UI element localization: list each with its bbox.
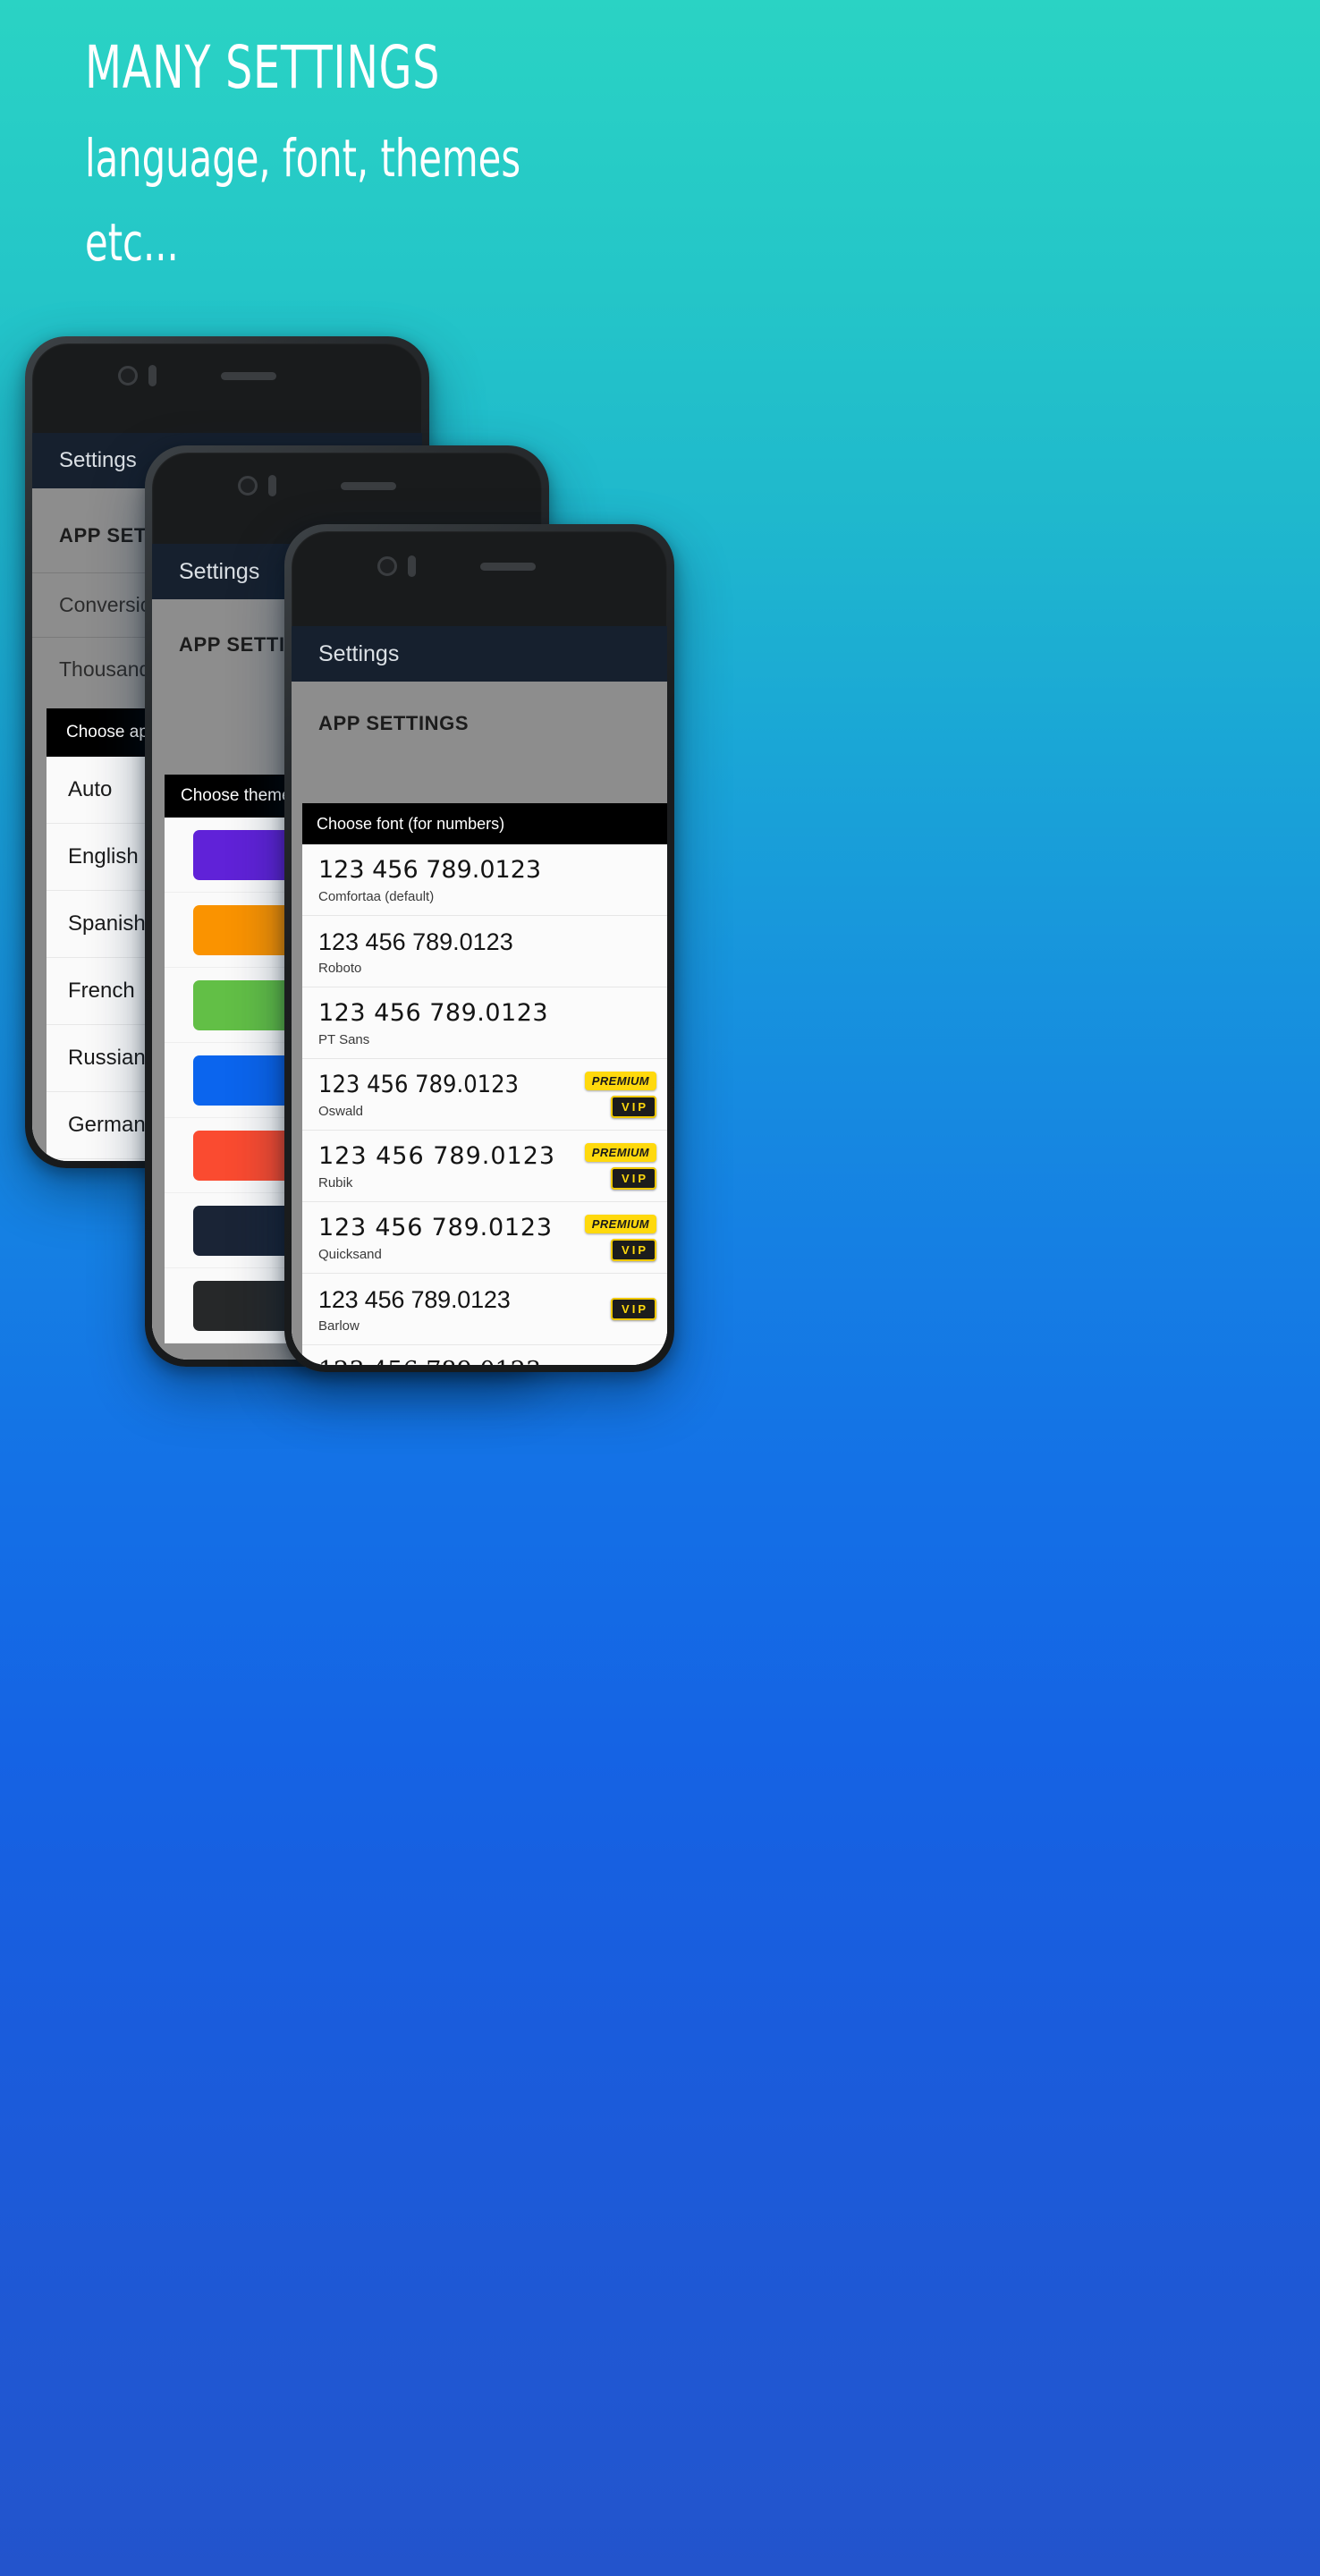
- hero-subtitle-line-1: language, font, themes: [85, 128, 521, 189]
- page-title: MANY SETTINGS: [85, 33, 441, 102]
- language-option-label: Spanish: [68, 911, 146, 936]
- font-item-text: 123 456 789.0123 Oswald: [318, 1070, 519, 1119]
- premium-badge: PREMIUM: [584, 1214, 656, 1233]
- font-name-label: Comfortaa (default): [318, 889, 435, 904]
- font-item-text: 123 456 789.0123 Rubik: [318, 1141, 555, 1191]
- front-camera-icon: [238, 476, 258, 496]
- font-sample-text: 123 456 789.0123: [318, 1071, 520, 1098]
- font-sample-text: 123 456 789.0123: [318, 1142, 556, 1170]
- phone1-top-bezel: [32, 343, 422, 408]
- phone3-section-header: APP SETTINGS: [318, 712, 470, 734]
- font-name-label: Rubik: [318, 1175, 353, 1191]
- font-sample-text: 123 456 789.0123: [318, 928, 513, 955]
- hero-text-block: MANY SETTINGS language, font, themes etc…: [85, 34, 890, 279]
- font-list-item-barlow[interactable]: 123 456 789.0123 Barlow VIP: [302, 1274, 667, 1345]
- font-list-item-roboto[interactable]: 123 456 789.0123 Roboto: [302, 916, 667, 987]
- font-list-item-arvo[interactable]: 123 456 789.0123 Arvo VIP: [302, 1345, 667, 1365]
- font-name-label: Quicksand: [318, 1247, 382, 1262]
- font-item-text: 123 456 789.0123 Arvo: [318, 1356, 541, 1365]
- font-sample-text: 123 456 789.0123: [318, 1286, 511, 1313]
- font-list-item-ptsans[interactable]: 123 456 789.0123 PT Sans: [302, 987, 667, 1059]
- phone3-appbar-title: Settings: [318, 640, 400, 666]
- font-list-item-rubik[interactable]: 123 456 789.0123 Rubik PREMIUM VIP: [302, 1131, 667, 1202]
- sensor-icon: [148, 365, 157, 386]
- earpiece-speaker-icon: [341, 481, 396, 490]
- font-item-text: 123 456 789.0123 PT Sans: [318, 998, 548, 1047]
- premium-badge: PREMIUM: [584, 1071, 656, 1090]
- vip-badge: VIP: [611, 1166, 656, 1190]
- vip-badge: VIP: [611, 1298, 656, 1320]
- vip-badge: VIP: [611, 1095, 656, 1118]
- choose-font-dialog-title: Choose font (for numbers): [302, 803, 667, 844]
- phone-mockup-font: Settings APP SETTINGS Choose font (for n…: [284, 524, 674, 1372]
- badge-group: PREMIUM VIP: [584, 1214, 656, 1261]
- font-list-item-comfortaa[interactable]: 123 456 789.0123 Comfortaa (default): [302, 844, 667, 916]
- font-item-text: 123 456 789.0123 Barlow: [318, 1284, 511, 1334]
- font-item-text: 123 456 789.0123 Roboto: [318, 927, 513, 976]
- earpiece-speaker-icon: [221, 371, 276, 380]
- vip-badge: VIP: [611, 1238, 656, 1261]
- font-sample-text: 123 456 789.0123: [318, 1356, 541, 1365]
- front-camera-icon: [118, 366, 138, 386]
- font-item-text: 123 456 789.0123 Quicksand: [318, 1213, 553, 1262]
- font-name-label: PT Sans: [318, 1032, 370, 1047]
- phone1-appbar-title: Settings: [59, 448, 137, 472]
- phone3-app-screen: Settings APP SETTINGS Choose font (for n…: [292, 626, 667, 1365]
- sensor-icon: [268, 475, 276, 496]
- font-sample-text: 123 456 789.0123: [318, 1214, 553, 1241]
- phone3-screen-frame: Settings APP SETTINGS Choose font (for n…: [292, 531, 667, 1365]
- font-sample-text: 123 456 789.0123: [318, 999, 549, 1027]
- font-name-label: Barlow: [318, 1318, 360, 1334]
- language-option-label: Russian: [68, 1046, 146, 1070]
- font-list-item-oswald[interactable]: 123 456 789.0123 Oswald PREMIUM VIP: [302, 1059, 667, 1131]
- language-option-label: English: [68, 844, 139, 869]
- font-name-label: Oswald: [318, 1104, 364, 1119]
- font-list-item-quicksand[interactable]: 123 456 789.0123 Quicksand PREMIUM VIP: [302, 1202, 667, 1274]
- front-camera-icon: [377, 556, 397, 576]
- earpiece-speaker-icon: [480, 562, 536, 571]
- font-item-text: 123 456 789.0123 Comfortaa (default): [318, 855, 541, 904]
- badge-group: VIP: [611, 1298, 656, 1320]
- font-sample-text: 123 456 789.0123: [318, 856, 542, 884]
- premium-badge: PREMIUM: [584, 1142, 656, 1162]
- phone3-top-bezel: [292, 531, 667, 601]
- hero-subtitle-line-2: etc...: [85, 212, 179, 273]
- phone2-top-bezel: [152, 453, 542, 519]
- language-option-label: French: [68, 979, 135, 1003]
- badge-group: PREMIUM VIP: [584, 1142, 656, 1190]
- sensor-icon: [408, 555, 416, 577]
- phone3-appbar: Settings: [292, 626, 667, 682]
- choose-font-dialog: Choose font (for numbers) 123 456 789.01…: [302, 803, 667, 1365]
- font-name-label: Roboto: [318, 961, 362, 976]
- language-option-label: German: [68, 1113, 146, 1137]
- badge-group: PREMIUM VIP: [584, 1071, 656, 1118]
- language-option-label: Auto: [68, 777, 113, 801]
- phone2-appbar-title: Settings: [179, 558, 260, 584]
- choose-font-dialog-body: 123 456 789.0123 Comfortaa (default) 123…: [302, 844, 667, 1365]
